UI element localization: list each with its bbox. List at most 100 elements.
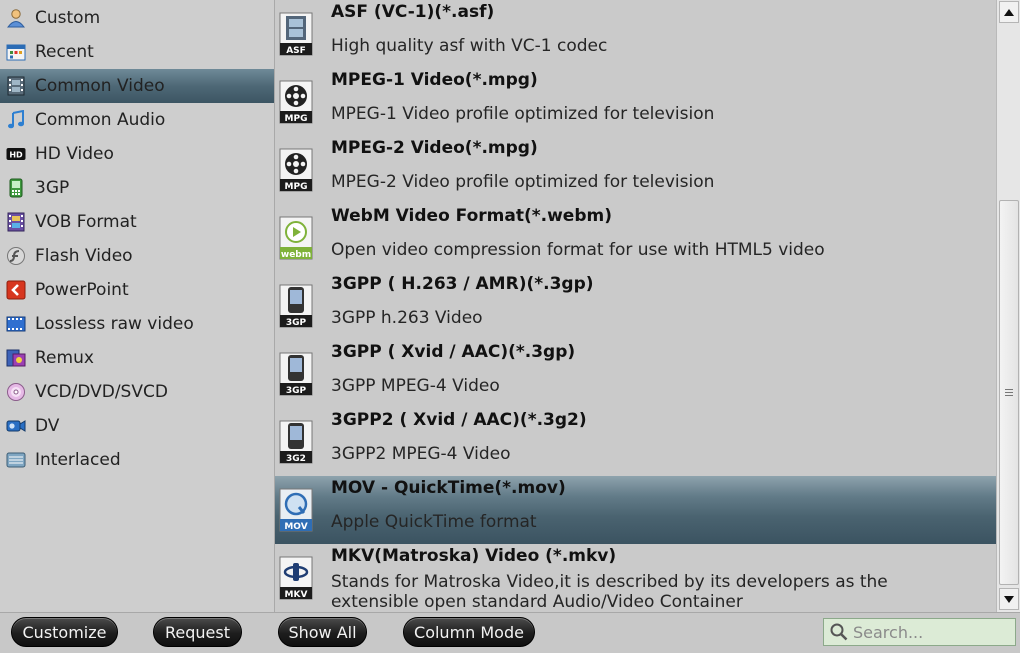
svg-text:HD: HD [9, 151, 23, 160]
category-vob-format[interactable]: VOB Format [0, 205, 274, 239]
scroll-up-button[interactable] [999, 1, 1019, 23]
category-lossless-raw-video[interactable]: Lossless raw video [0, 307, 274, 341]
mpg-format-icon: MPG [279, 80, 313, 124]
category-label: Recent [35, 42, 94, 62]
format-title: 3GPP2 ( Xvid / AAC)(*.3g2) [331, 410, 587, 430]
phone-icon [6, 178, 26, 198]
3gp-format-icon: 3GP [279, 352, 313, 396]
powerpoint-icon [6, 280, 26, 300]
format-title: MPEG-1 Video(*.mpg) [331, 70, 538, 90]
category-common-audio[interactable]: Common Audio [0, 103, 274, 137]
format-item-mkv[interactable]: MKV MKV(Matroska) Video (*.mkv) Stands f… [275, 544, 996, 612]
category-flash-video[interactable]: Flash Video [0, 239, 274, 273]
category-powerpoint[interactable]: PowerPoint [0, 273, 274, 307]
format-item-3gpp-h263[interactable]: 3GP 3GPP ( H.263 / AMR)(*.3gp) 3GPP h.26… [275, 272, 996, 340]
category-panel: Custom Recent Common Video Common Audio … [0, 0, 275, 612]
format-item-3gpp-xvid[interactable]: 3GP 3GPP ( Xvid / AAC)(*.3gp) 3GPP MPEG-… [275, 340, 996, 408]
format-title: MPEG-2 Video(*.mpg) [331, 138, 538, 158]
arrow-down-icon [1004, 595, 1014, 603]
format-description: High quality asf with VC-1 codec [331, 36, 608, 56]
search-icon [830, 623, 848, 641]
category-interlaced[interactable]: Interlaced [0, 443, 274, 477]
format-badge: 3GP [286, 318, 307, 328]
category-label: Common Audio [35, 110, 166, 130]
category-recent[interactable]: Recent [0, 35, 274, 69]
format-item-asf[interactable]: ASF ASF (VC-1)(*.asf) High quality asf w… [275, 0, 996, 68]
format-description: Stands for Matroska Video,it is describe… [331, 572, 888, 612]
format-description: 3GPP MPEG-4 Video [331, 376, 500, 396]
flash-icon [6, 246, 26, 266]
3gp-format-icon: 3GP [279, 284, 313, 328]
category-custom[interactable]: Custom [0, 1, 274, 35]
search-box[interactable] [823, 618, 1016, 646]
camcorder-icon [6, 416, 26, 436]
format-badge: MPG [285, 114, 308, 124]
format-item-3gpp2-xvid[interactable]: 3G2 3GPP2 ( Xvid / AAC)(*.3g2) 3GPP2 MPE… [275, 408, 996, 476]
grip-icon [1005, 389, 1013, 396]
category-label: Interlaced [35, 450, 121, 470]
format-title: MOV - QuickTime(*.mov) [331, 478, 566, 498]
format-description: 3GPP h.263 Video [331, 308, 483, 328]
category-label: Custom [35, 8, 101, 28]
customize-button[interactable]: Customize [11, 617, 118, 647]
category-3gp[interactable]: 3GP [0, 171, 274, 205]
category-label: VCD/DVD/SVCD [35, 382, 168, 402]
format-title: 3GPP ( H.263 / AMR)(*.3gp) [331, 274, 594, 294]
category-label: Flash Video [35, 246, 133, 266]
format-selector-window: Custom Recent Common Video Common Audio … [0, 0, 1020, 653]
webm-format-icon: webm [279, 216, 313, 260]
scroll-down-button[interactable] [999, 588, 1019, 610]
arrow-up-icon [1004, 8, 1014, 16]
format-title: 3GPP ( Xvid / AAC)(*.3gp) [331, 342, 576, 362]
request-button[interactable]: Request [153, 617, 242, 647]
hd-icon: HD [6, 144, 26, 164]
category-label: 3GP [35, 178, 70, 198]
format-description: Apple QuickTime format [331, 512, 537, 532]
remux-icon [6, 348, 26, 368]
category-common-video[interactable]: Common Video [0, 69, 274, 103]
format-description: Open video compression format for use wi… [331, 240, 825, 260]
search-input[interactable] [853, 622, 1013, 642]
format-title: WebM Video Format(*.webm) [331, 206, 612, 226]
format-badge: MKV [285, 590, 308, 600]
mkv-format-icon: MKV [279, 556, 313, 600]
mov-format-icon: MOV [279, 488, 313, 532]
user-icon [6, 8, 26, 28]
disc-icon [6, 382, 26, 402]
format-title: MKV(Matroska) Video (*.mkv) [331, 546, 617, 566]
format-title: ASF (VC-1)(*.asf) [331, 2, 495, 22]
format-item-webm[interactable]: webm WebM Video Format(*.webm) Open vide… [275, 204, 996, 272]
category-label: Common Video [35, 76, 165, 96]
music-note-icon [6, 110, 26, 130]
format-badge: webm [281, 250, 311, 260]
category-hd-video[interactable]: HD HD Video [0, 137, 274, 171]
category-label: VOB Format [35, 212, 137, 232]
category-remux[interactable]: Remux [0, 341, 274, 375]
category-label: PowerPoint [35, 280, 129, 300]
format-item-mpeg1[interactable]: MPG MPEG-1 Video(*.mpg) MPEG-1 Video pro… [275, 68, 996, 136]
category-label: Remux [35, 348, 94, 368]
3g2-format-icon: 3G2 [279, 420, 313, 464]
format-item-mov[interactable]: MOV MOV - QuickTime(*.mov) Apple QuickTi… [275, 476, 996, 544]
format-badge: ASF [286, 46, 306, 56]
format-list: ASF ASF (VC-1)(*.asf) High quality asf w… [275, 0, 996, 612]
category-vcd-dvd-svcd[interactable]: VCD/DVD/SVCD [0, 375, 274, 409]
format-list-scrollbar[interactable] [996, 0, 1020, 612]
format-description: MPEG-2 Video profile optimized for telev… [331, 172, 715, 192]
format-badge: MPG [285, 182, 308, 192]
category-label: Lossless raw video [35, 314, 194, 334]
calendar-icon [6, 42, 26, 62]
format-item-mpeg2[interactable]: MPG MPEG-2 Video(*.mpg) MPEG-2 Video pro… [275, 136, 996, 204]
mpg-format-icon: MPG [279, 148, 313, 192]
scroll-thumb[interactable] [999, 200, 1019, 585]
interlaced-icon [6, 450, 26, 470]
bottom-toolbar: Customize Request Show All Column Mode [0, 612, 1020, 653]
category-label: DV [35, 416, 60, 436]
format-description: MPEG-1 Video profile optimized for telev… [331, 104, 715, 124]
format-badge: MOV [284, 522, 307, 532]
category-dv[interactable]: DV [0, 409, 274, 443]
category-label: HD Video [35, 144, 114, 164]
column-mode-button[interactable]: Column Mode [403, 617, 535, 647]
film-strip-icon [6, 212, 26, 232]
show-all-button[interactable]: Show All [278, 617, 367, 647]
